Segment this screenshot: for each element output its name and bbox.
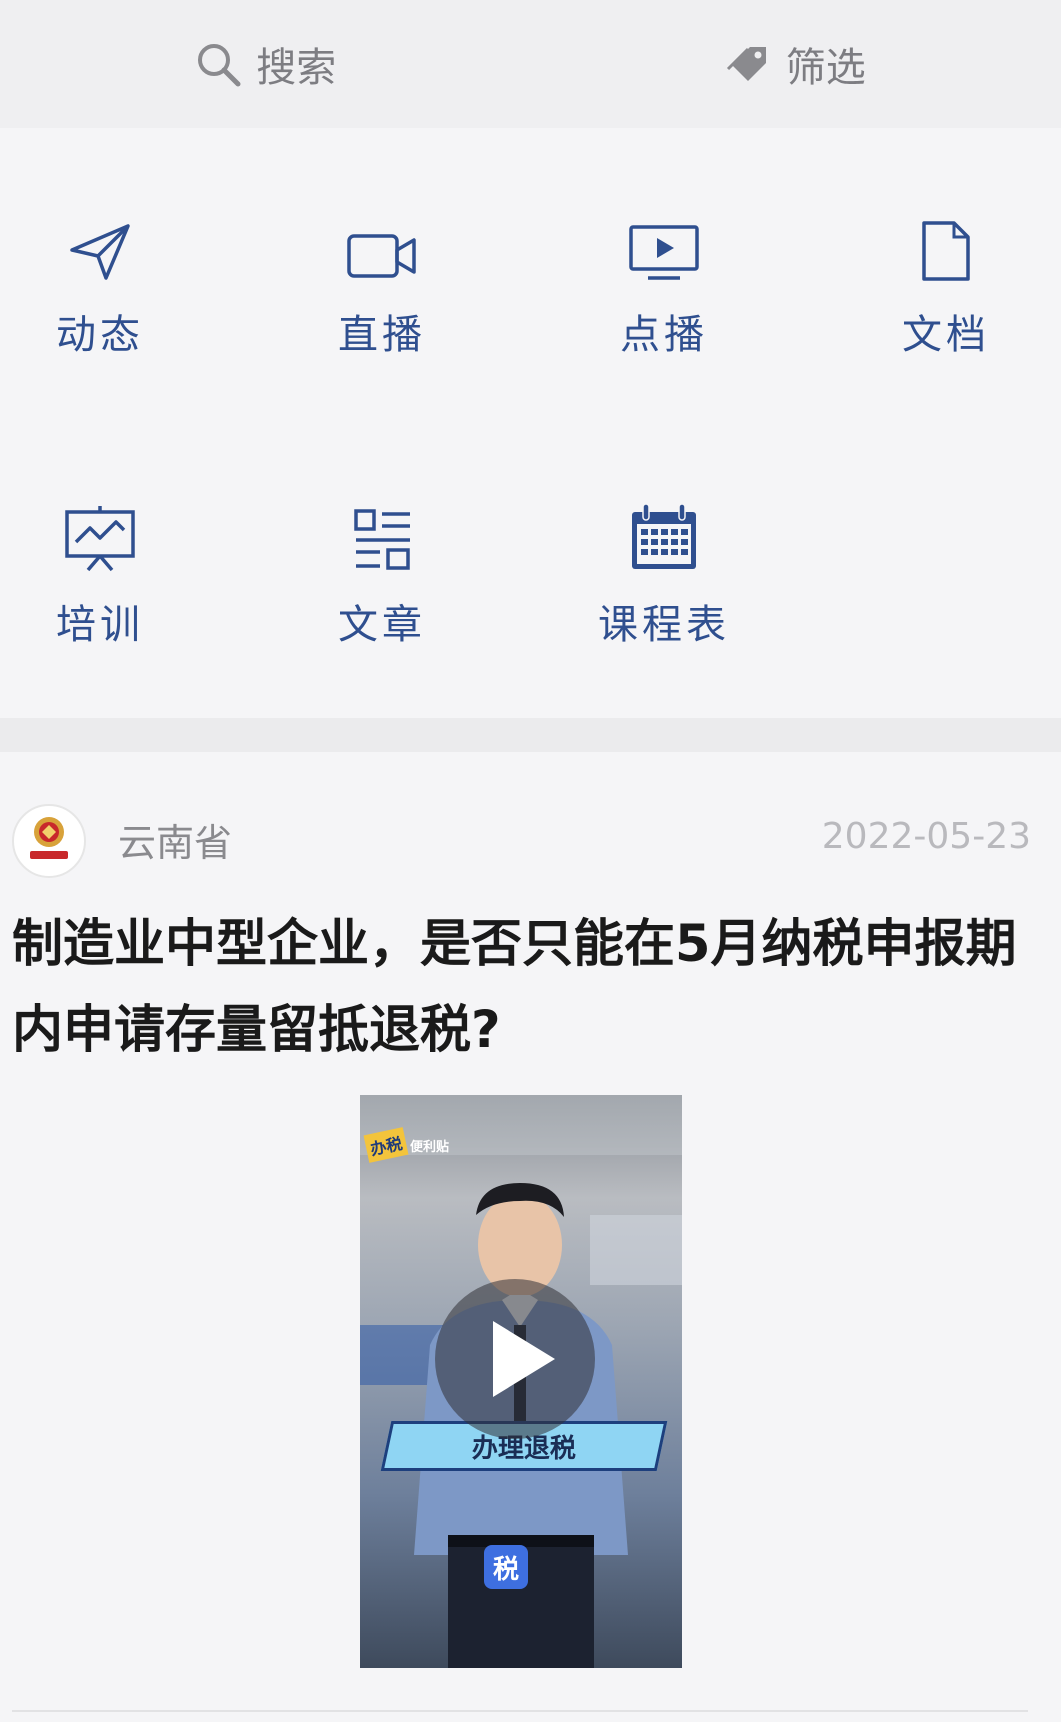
category-dongtai[interactable]: 动态 <box>0 190 200 360</box>
play-icon <box>493 1321 555 1397</box>
search-button[interactable]: 搜索 <box>0 0 531 128</box>
post-divider <box>12 1710 1028 1712</box>
search-icon <box>198 44 241 87</box>
play-screen-icon <box>629 225 699 280</box>
section-divider <box>0 718 1061 752</box>
corner-tag: 办税 便利贴 <box>363 1127 450 1163</box>
tax-badge: 税 <box>484 1545 528 1589</box>
filter-button[interactable]: 筛选 <box>531 0 1061 128</box>
calendar-icon <box>632 503 696 569</box>
category-label: 点播 <box>620 312 708 358</box>
corner-tag-sub: 便利贴 <box>410 1139 450 1155</box>
document-icon <box>922 221 970 281</box>
category-peixun[interactable]: 培训 <box>0 480 200 650</box>
category-wenzhang[interactable]: 文章 <box>282 480 482 650</box>
post-card[interactable]: 云南省 2022-05-23 制造业中型企业，是否只能在5月纳税申报期内申请存量… <box>0 752 1061 1722</box>
category-dianbo[interactable]: 点播 <box>564 190 764 360</box>
category-grid: 动态 直播 点播 文档 培训 文章 课程表 <box>0 128 1061 718</box>
post-date: 2022-05-23 <box>821 816 1031 857</box>
category-wendang[interactable]: 文档 <box>846 190 1046 360</box>
category-label: 直播 <box>338 312 426 358</box>
tag-icon <box>726 47 766 81</box>
category-label: 动态 <box>56 312 144 358</box>
presentation-chart-icon <box>65 506 135 572</box>
video-camera-icon <box>347 234 416 278</box>
category-kechengbiao[interactable]: 课程表 <box>564 480 764 650</box>
category-zhibo[interactable]: 直播 <box>282 190 482 360</box>
article-list-icon <box>354 509 410 570</box>
filter-label: 筛选 <box>785 45 866 91</box>
category-label: 文档 <box>902 312 990 358</box>
avatar[interactable] <box>12 804 86 878</box>
corner-tag-main: 办税 <box>363 1127 409 1163</box>
category-label: 课程表 <box>598 602 730 648</box>
play-button[interactable] <box>435 1279 595 1439</box>
search-label: 搜索 <box>256 45 337 91</box>
category-label: 文章 <box>338 602 426 648</box>
video-thumbnail[interactable]: 办税 便利贴 办理退税 税 <box>360 1095 682 1668</box>
send-icon <box>70 224 130 280</box>
top-bar: 搜索 筛选 <box>0 0 1061 128</box>
tax-emblem-icon <box>30 817 68 859</box>
post-title[interactable]: 制造业中型企业，是否只能在5月纳税申报期内申请存量留抵退税? <box>12 902 1042 1074</box>
tax-badge-text: 税 <box>492 1554 519 1585</box>
category-label: 培训 <box>56 602 144 648</box>
post-source: 云南省 <box>118 821 233 865</box>
